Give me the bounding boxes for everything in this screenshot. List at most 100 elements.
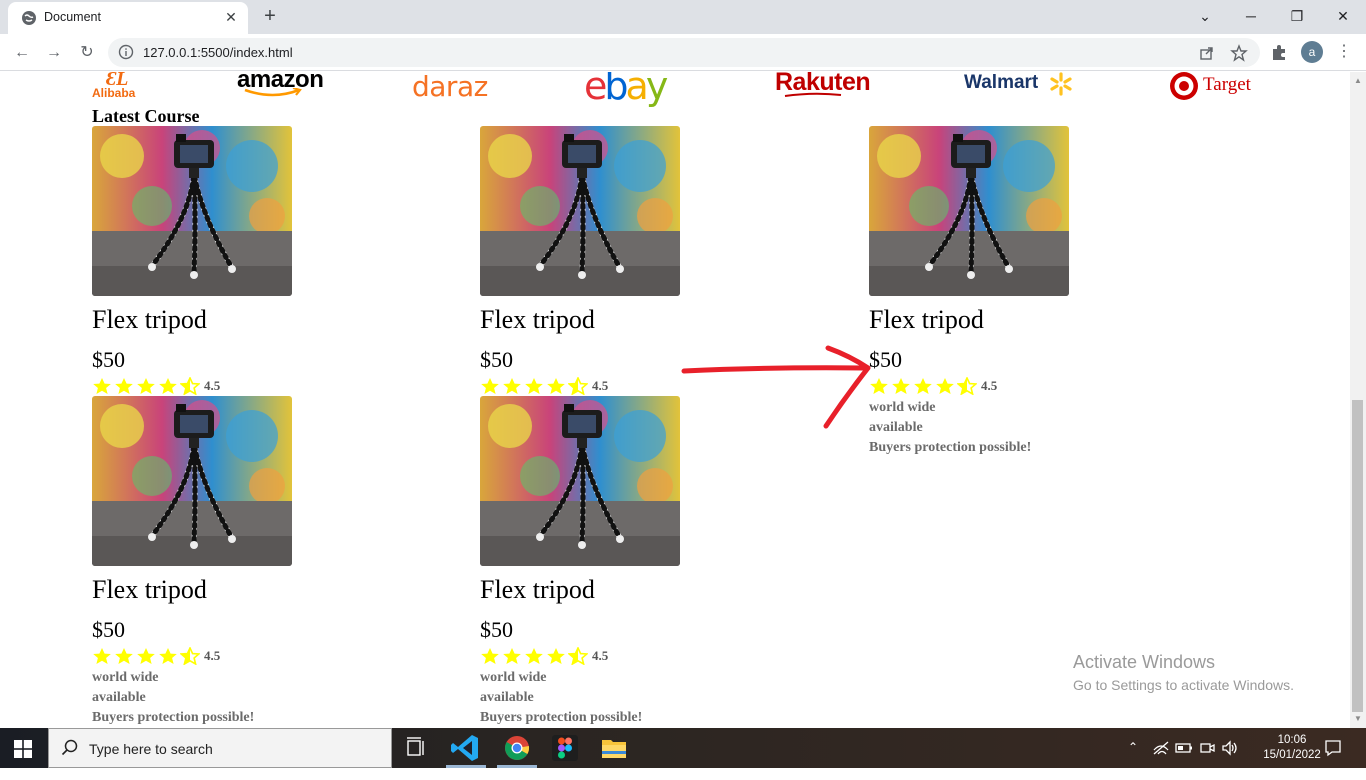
profile-avatar[interactable]: a [1301, 41, 1323, 63]
product-image [480, 396, 680, 566]
rating-value: 4.5 [204, 648, 221, 663]
globe-icon [22, 11, 36, 25]
product-name: Flex tripod [92, 575, 207, 604]
star-full-icon [503, 648, 521, 664]
star-rating: 4.5 [480, 647, 608, 665]
windows-taskbar: Type here to search ⌃ 10:06 15/01/2022 [0, 728, 1366, 768]
volume-icon[interactable] [1221, 740, 1239, 756]
minimize-icon[interactable]: ─ [1239, 4, 1263, 28]
brand-logo-alibaba: ƐL Alibaba [92, 72, 136, 100]
ebay-a: a [625, 72, 649, 108]
ebay-e: e [584, 72, 607, 108]
star-full-icon [481, 648, 499, 664]
browser-tab[interactable]: Document ✕ [8, 2, 248, 34]
star-full-icon [914, 378, 932, 394]
menu-kebab-icon[interactable]: ⋮ [1334, 41, 1354, 63]
product-price: $50 [480, 617, 513, 642]
product-price: $50 [480, 347, 513, 372]
product-detail-line: Buyers protection possible! [92, 710, 255, 725]
site-info-icon[interactable] [118, 44, 134, 60]
back-icon[interactable]: ← [10, 41, 34, 65]
star-rating: 4.5 [480, 377, 608, 395]
search-icon [61, 739, 78, 756]
taskbar-clock[interactable]: 10:06 15/01/2022 [1262, 733, 1322, 763]
star-full-icon [159, 378, 177, 394]
tab-search-chevron-icon[interactable]: ⌄ [1193, 4, 1217, 28]
task-view-icon[interactable] [398, 732, 434, 764]
page-scrollbar[interactable]: ▲ ▼ [1350, 72, 1366, 728]
tab-strip: Document ✕ + ⌄ ─ ❐ ✕ [0, 0, 1366, 34]
star-full-icon [892, 378, 910, 394]
vscode-icon[interactable] [448, 732, 484, 764]
product-image [92, 396, 292, 566]
star-half-icon [180, 377, 200, 395]
star-full-icon [547, 648, 565, 664]
meet-now-icon[interactable] [1199, 740, 1215, 756]
product-image [480, 126, 680, 296]
forward-icon[interactable]: → [42, 41, 66, 65]
star-half-icon [568, 647, 588, 665]
share-icon[interactable] [1198, 44, 1216, 62]
activate-windows-watermark: Activate Windows Go to Settings to activ… [1073, 652, 1294, 693]
product-name: Flex tripod [869, 305, 984, 334]
file-explorer-icon[interactable] [596, 732, 632, 764]
url-text: 127.0.0.1:5500/index.html [143, 45, 293, 60]
address-bar[interactable]: 127.0.0.1:5500/index.html [108, 38, 1260, 67]
browser-toolbar: ← → ↻ 127.0.0.1:5500/index.html a ⋮ [0, 34, 1366, 71]
new-tab-icon[interactable]: + [259, 5, 281, 27]
section-title: Latest Course [92, 106, 200, 126]
rating-value: 4.5 [592, 378, 609, 393]
product-card: Flex tripod $50 4.5 world wide available Buy… [92, 396, 332, 725]
notifications-icon[interactable] [1324, 739, 1342, 757]
close-window-icon[interactable]: ✕ [1331, 4, 1355, 28]
product-detail-line: world wide [480, 670, 547, 685]
brand-logo-target: Target [1169, 72, 1269, 101]
star-full-icon [525, 378, 543, 394]
brand-logo-walmart: Walmart [964, 72, 1084, 102]
close-tab-icon[interactable]: ✕ [223, 9, 239, 25]
star-full-icon [93, 378, 111, 394]
search-placeholder: Type here to search [89, 741, 213, 757]
battery-icon[interactable] [1175, 742, 1193, 754]
rakuten-swoosh-icon [784, 92, 842, 97]
star-full-icon [525, 648, 543, 664]
star-half-icon [180, 647, 200, 665]
reload-icon[interactable]: ↻ [75, 41, 99, 65]
target-bullseye-icon [1170, 72, 1198, 100]
star-rating: 4.5 [92, 647, 220, 665]
rating-value: 4.5 [592, 648, 609, 663]
windows-start-icon[interactable] [14, 740, 32, 758]
product-detail-line: available [92, 690, 146, 705]
figma-icon[interactable] [547, 732, 583, 764]
ebay-b: b [604, 72, 628, 108]
tray-chevron-up-icon[interactable]: ⌃ [1128, 740, 1138, 780]
ebay-y: y [645, 72, 668, 108]
star-full-icon [159, 648, 177, 664]
product-price: $50 [92, 617, 125, 642]
activate-subtitle: Go to Settings to activate Windows. [1073, 677, 1294, 693]
product-detail-line: Buyers protection possible! [480, 710, 643, 725]
activate-title: Activate Windows [1073, 652, 1216, 672]
scroll-up-icon[interactable]: ▲ [1353, 76, 1363, 86]
scrollbar-thumb[interactable] [1352, 400, 1363, 712]
restore-icon[interactable]: ❐ [1285, 4, 1309, 28]
bookmark-star-icon[interactable] [1230, 44, 1248, 62]
star-full-icon [137, 378, 155, 394]
product-name: Flex tripod [92, 305, 207, 334]
star-full-icon [115, 378, 133, 394]
chrome-icon[interactable] [499, 732, 535, 764]
brand-logo-amazon: amazon [237, 72, 327, 100]
product-card: Flex tripod $50 4.5 world wide available Buy… [480, 396, 720, 725]
network-icon[interactable] [1152, 740, 1170, 756]
clock-date: 15/01/2022 [1263, 749, 1321, 761]
brand-logo-ebay: ebay ebay [584, 72, 694, 108]
rating-value: 4.5 [204, 378, 221, 393]
scroll-down-icon[interactable]: ▼ [1353, 714, 1363, 724]
star-rating: 4.5 [92, 377, 220, 395]
taskbar-search-box[interactable]: Type here to search [48, 728, 392, 768]
annotation-arrow-icon [681, 345, 871, 429]
extensions-puzzle-icon[interactable] [1268, 41, 1290, 63]
star-half-icon [957, 377, 977, 395]
product-detail-line: available [480, 690, 534, 705]
page-viewport: ƐL Alibaba amazon daraz ebay ebay Rakute… [0, 72, 1350, 728]
